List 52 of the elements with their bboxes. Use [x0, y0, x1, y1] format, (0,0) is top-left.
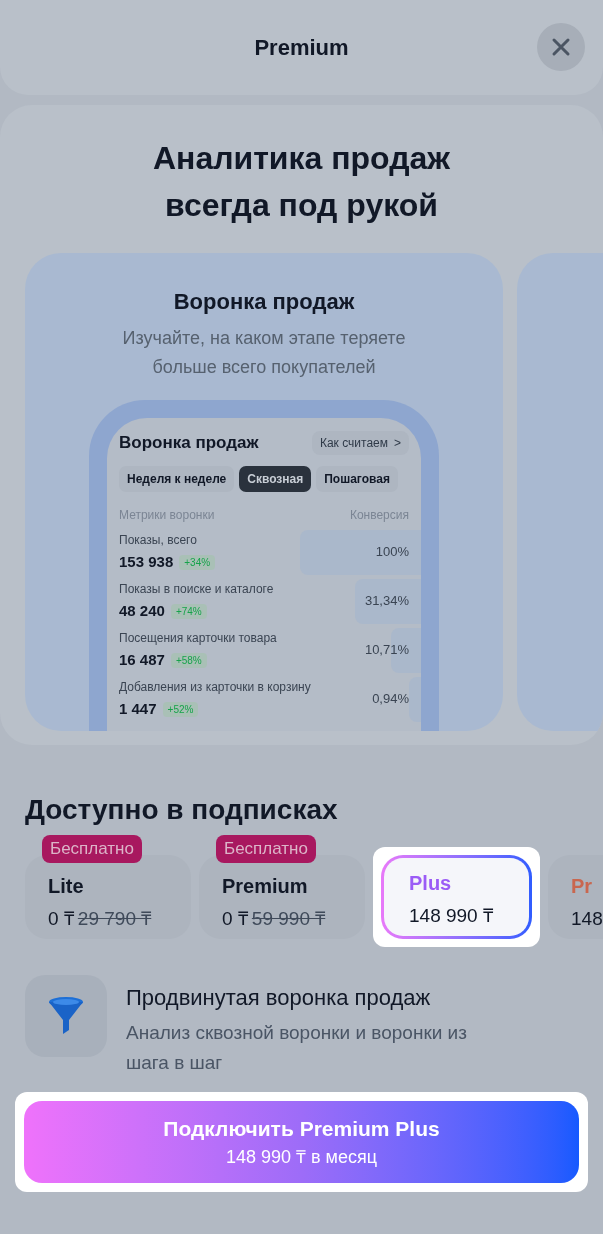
button-sublabel: 148 990 ₸ в месяц [225, 1146, 378, 1170]
conversion-value: 31,34% [364, 592, 409, 611]
plan-card[interactable]: Pr 148 [548, 855, 603, 939]
mockup-tab[interactable]: Сквозная [239, 465, 312, 492]
plan-name: Premium [222, 874, 309, 899]
metric-value: 1 447 [119, 698, 157, 719]
delta-badge: +58% [170, 652, 207, 668]
hero-heading: Аналитика продаж всегда под рукой [151, 139, 452, 225]
feature-description: Анализ сквозной воронки и воронки из шага в шаг [126, 1021, 468, 1075]
free-badge: Бесплатно [42, 835, 142, 863]
mockup-tab[interactable]: Пошаговая [316, 465, 398, 492]
funnel-icon [48, 996, 84, 1036]
button-label: Подключить Premium Plus [163, 1115, 440, 1142]
metric-value: 16 487 [119, 649, 165, 670]
slide-title: Воронка продаж [173, 288, 355, 316]
plan-price: 0 ₸ [222, 907, 248, 931]
page-title: Premium [254, 34, 349, 62]
section-title: Доступно в подписках [24, 793, 339, 827]
mockup-title: Воронка продаж [119, 432, 259, 454]
metric-label: Добавления из карточки в корзину [119, 678, 312, 696]
conversion-value: 100% [375, 543, 409, 562]
close-icon [551, 37, 571, 57]
metric-value: 153 938 [119, 551, 174, 572]
column-header: Метрики воронки [119, 506, 215, 524]
plan-price: 148 [571, 907, 603, 931]
plan-price: 0 ₸ [48, 907, 74, 931]
delta-badge: +74% [170, 603, 207, 619]
free-badge: Бесплатно [216, 835, 316, 863]
conversion-value: 0,94% [372, 690, 409, 709]
delta-badge: +52% [162, 701, 199, 717]
plan-card[interactable]: Plus 148 990 ₸ [373, 847, 540, 947]
subscribe-button[interactable]: Подключить Premium Plus 148 990 ₸ в месяц [24, 1101, 579, 1183]
plan-card[interactable]: Lite 0 ₸ 29 790 ₸ [25, 855, 191, 939]
metric-label: Посещения карточки товара [119, 629, 278, 647]
plan-price: 148 990 ₸ [409, 904, 493, 928]
plan-name: Plus [409, 871, 453, 896]
plan-name: Pr [571, 874, 594, 899]
slide-subtitle: Изучайте, на каком этапе теряете больше всего покупателей [121, 327, 407, 379]
close-button[interactable] [537, 23, 585, 71]
feature-title: Продвинутая воронка продаж [126, 984, 432, 1012]
old-price: 29 790 ₸ [77, 907, 152, 931]
mockup-tab[interactable]: Неделя к неделе [119, 465, 235, 492]
conversion-value: 10,71% [364, 641, 409, 660]
metric-label: Показы, всего [119, 531, 198, 549]
plan-name: Lite [48, 874, 85, 899]
how-we-count-button[interactable]: Как считаем > [311, 430, 409, 455]
column-header: Конверсия [349, 506, 409, 524]
plan-card[interactable]: Premium 0 ₸ 59 990 ₸ [199, 855, 365, 939]
delta-badge: +34% [179, 554, 216, 570]
old-price: 59 990 ₸ [251, 907, 326, 931]
metric-value: 48 240 [119, 600, 165, 621]
metric-label: Показы в поиске и каталоге [119, 580, 275, 598]
